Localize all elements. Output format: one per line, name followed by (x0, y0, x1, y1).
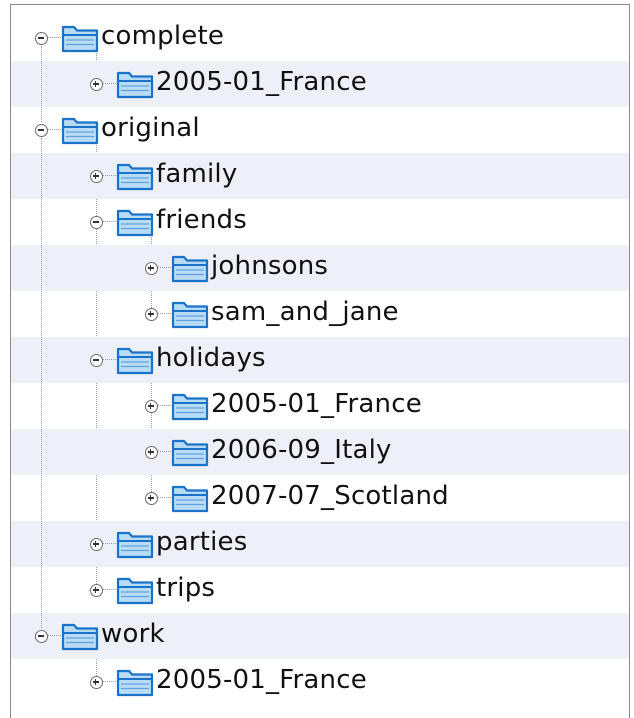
collapse-minus-icon[interactable] (34, 123, 48, 137)
folder-icon[interactable] (116, 575, 154, 605)
expand-plus-icon[interactable] (144, 491, 158, 505)
expand-plus-icon[interactable] (144, 261, 158, 275)
tree-row[interactable] (11, 199, 629, 245)
folder-icon[interactable] (171, 299, 209, 329)
tree-node-label[interactable]: original (101, 113, 200, 143)
folder-icon[interactable] (171, 391, 209, 421)
tree-node-label[interactable]: 2007-07_Scotland (211, 481, 449, 511)
expand-plus-icon[interactable] (144, 445, 158, 459)
expand-plus-icon[interactable] (89, 169, 103, 183)
folder-icon[interactable] (171, 483, 209, 513)
folder-icon[interactable] (61, 621, 99, 651)
folder-icon[interactable] (116, 69, 154, 99)
collapse-minus-icon[interactable] (89, 353, 103, 367)
folder-icon[interactable] (116, 345, 154, 375)
tree-row[interactable] (11, 337, 629, 383)
tree-node-label[interactable]: 2006-09_Italy (211, 435, 392, 465)
tree-node-label[interactable]: family (156, 159, 237, 189)
tree-node-label[interactable]: 2005-01_France (156, 67, 367, 97)
collapse-minus-icon[interactable] (34, 31, 48, 45)
folder-icon[interactable] (116, 667, 154, 697)
tree-row[interactable] (11, 521, 629, 567)
tree-node-label[interactable]: trips (156, 573, 215, 603)
folder-icon[interactable] (116, 207, 154, 237)
tree-node-label[interactable]: parties (156, 527, 248, 557)
tree-row[interactable] (11, 153, 629, 199)
tree-node-label[interactable]: sam_and_jane (211, 297, 399, 327)
folder-icon[interactable] (171, 253, 209, 283)
expand-plus-icon[interactable] (144, 399, 158, 413)
tree-guide-line (41, 138, 42, 628)
tree-node-label[interactable]: work (101, 619, 165, 649)
expand-plus-icon[interactable] (89, 77, 103, 91)
expand-plus-icon[interactable] (144, 307, 158, 321)
folder-icon[interactable] (116, 529, 154, 559)
tree-guide-line (41, 46, 42, 122)
tree-node-label[interactable]: friends (156, 205, 247, 235)
collapse-minus-icon[interactable] (34, 629, 48, 643)
tree-node-label[interactable]: holidays (156, 343, 266, 373)
tree-node-label[interactable]: complete (101, 21, 224, 51)
folder-tree: complete 2005-01_France original family frie… (10, 4, 630, 718)
folder-icon[interactable] (116, 161, 154, 191)
expand-plus-icon[interactable] (89, 583, 103, 597)
folder-icon[interactable] (61, 115, 99, 145)
tree-node-label[interactable]: 2005-01_France (156, 665, 367, 695)
folder-icon[interactable] (61, 23, 99, 53)
folder-icon[interactable] (171, 437, 209, 467)
tree-row[interactable] (11, 567, 629, 613)
tree-node-label[interactable]: 2005-01_France (211, 389, 422, 419)
collapse-minus-icon[interactable] (89, 215, 103, 229)
tree-node-label[interactable]: johnsons (211, 251, 328, 281)
expand-plus-icon[interactable] (89, 537, 103, 551)
expand-plus-icon[interactable] (89, 675, 103, 689)
